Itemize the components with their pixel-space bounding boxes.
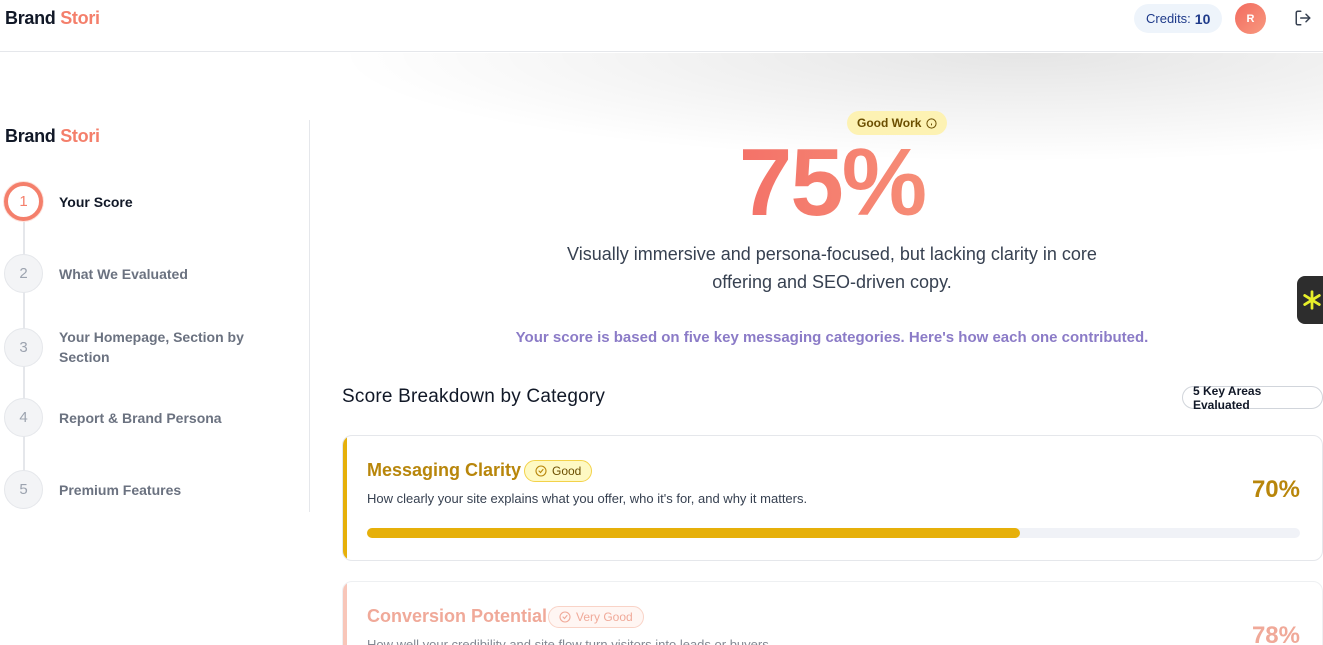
step-label: Your Score [59,193,133,210]
top-header: Brand Stori Credits: 10 R [0,0,1323,52]
category-score: 78% [1251,622,1300,645]
step-number: 1 [4,182,43,221]
category-progress-track [367,528,1300,538]
sidebar-step-your-score[interactable]: 1 Your Score [4,182,249,221]
credits-label: Credits: [1146,11,1191,26]
rating-label: Very Good [576,610,633,624]
step-label: Your Homepage, Section by Section [59,329,244,365]
rating-label: Good [552,464,582,478]
score-summary: Visually immersive and persona-focused, … [567,244,1097,292]
category-rating-badge: Good [524,460,593,482]
user-avatar[interactable]: R [1235,3,1266,34]
step-label: Premium Features [59,481,182,498]
step-label: What We Evaluated [59,265,188,282]
credits-badge[interactable]: Credits: 10 [1134,4,1223,33]
category-rating-badge: Very Good [548,606,644,628]
check-circle-icon [559,611,571,623]
sidebar-logo[interactable]: Brand Stori [5,126,100,147]
card-accent-bar [343,582,347,645]
score-basis-text: Your score is based on five key messagin… [515,329,1149,346]
check-circle-icon [535,465,547,477]
category-name: Messaging Clarity [367,460,522,480]
category-card-conversion-potential[interactable]: Conversion Potential Very Good How well … [342,581,1323,645]
step-number: 5 [4,470,43,509]
card-accent-bar [343,436,347,560]
header-logo[interactable]: Brand Stori [5,8,100,29]
step-number: 2 [4,254,43,293]
category-progress-fill [367,528,1021,538]
credits-value: 10 [1194,10,1211,27]
logout-icon[interactable] [1294,9,1312,27]
category-description: How well your credibility and site flow … [367,637,773,645]
category-score: 70% [1251,476,1300,503]
step-number: 3 [4,327,43,367]
sidebar-step-report-persona[interactable]: 4 Report & Brand Persona [4,398,249,437]
step-number: 4 [4,398,43,437]
category-card-messaging-clarity[interactable]: Messaging Clarity Good How clearly your … [342,435,1323,561]
brand-word-1: Brand [5,126,56,146]
brand-word-2: Stori [60,8,100,28]
info-icon [926,117,938,129]
overall-score: 75% [600,128,1064,238]
category-description: How clearly your site explains what you … [367,491,808,506]
brand-word-1: Brand [5,8,56,28]
sidebar-step-premium-features[interactable]: 5 Premium Features [4,470,249,509]
step-label: Report & Brand Persona [59,409,222,426]
sparkle-icon [1303,290,1321,310]
floating-widget-button[interactable] [1297,276,1323,324]
sidebar-step-homepage-sections[interactable]: 3 Your Homepage, Section by Section [4,327,249,367]
key-areas-badge: 5 Key Areas Evaluated [1182,384,1323,412]
brand-word-2: Stori [60,126,100,146]
sidebar-step-what-we-evaluated[interactable]: 2 What We Evaluated [4,254,249,293]
breakdown-title: Score Breakdown by Category [342,386,606,407]
category-name: Conversion Potential [367,606,548,626]
sidebar: Brand Stori 1 Your Score 2 What We Evalu… [0,120,310,512]
